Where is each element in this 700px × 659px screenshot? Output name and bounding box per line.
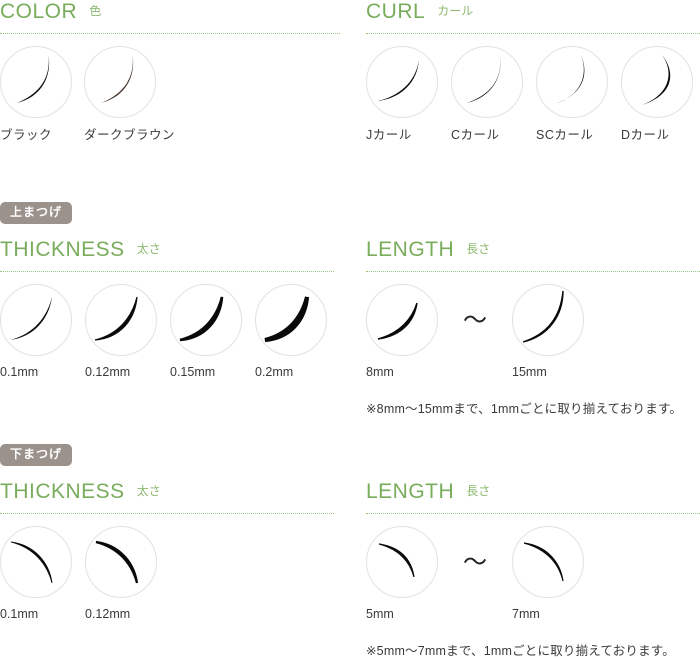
- section-lower-thickness-heading: THICKNESS 太さ: [0, 480, 334, 514]
- lash-length-icon: [366, 526, 438, 598]
- section-upper-thickness-heading-en: THICKNESS: [0, 238, 125, 261]
- lash-thickness-icon: [0, 284, 72, 356]
- swatch-label: 8mm: [366, 365, 394, 379]
- swatch-upper-length-8mm[interactable]: 8mm: [366, 284, 438, 379]
- lash-curl-j-icon: [366, 46, 438, 118]
- swatch-label: 15mm: [512, 365, 547, 379]
- section-lower-thickness: THICKNESS 太さ 0.1mm 0.12mm: [0, 480, 334, 621]
- swatch-label: ダークブラウン: [84, 128, 176, 142]
- lash-thickness-icon: [170, 284, 242, 356]
- section-divider: [366, 271, 700, 272]
- section-divider: [0, 513, 334, 514]
- swatch-upper-length-15mm[interactable]: 15mm: [512, 284, 584, 379]
- swatch-color-darkbrown[interactable]: ダークブラウン: [84, 46, 175, 142]
- swatch-label: 5mm: [366, 607, 394, 621]
- color-swatch-row: ブラック ダークブラウン: [0, 46, 340, 142]
- swatch-label: 0.12mm: [85, 607, 131, 621]
- lash-curl-c-icon: [451, 46, 523, 118]
- swatch-color-black[interactable]: ブラック: [0, 46, 72, 142]
- section-lower-length-heading: LENGTH 長さ: [366, 480, 700, 514]
- lower-length-note: ※5mm〜7mmまで、1mmごとに取り揃えております。: [366, 644, 675, 658]
- section-color-heading: COLOR 色: [0, 0, 340, 34]
- swatch-label: 0.1mm: [0, 365, 39, 379]
- tilde-icon: 〜: [463, 306, 487, 334]
- swatch-upper-thickness-020[interactable]: 0.2mm: [255, 284, 327, 379]
- swatch-lower-thickness-010[interactable]: 0.1mm: [0, 526, 72, 621]
- upper-length-swatch-row: 8mm 〜 15mm: [366, 284, 700, 379]
- swatch-label: 7mm: [512, 607, 540, 621]
- section-curl-heading-jp: カール: [437, 4, 474, 18]
- badge-lower-lash-wrap: 下まつげ: [0, 444, 73, 466]
- swatch-lower-length-7mm[interactable]: 7mm: [512, 526, 584, 621]
- lash-crescent-icon: [0, 46, 72, 118]
- swatch-label: ブラック: [0, 128, 53, 142]
- badge-lower-lash: 下まつげ: [0, 444, 73, 466]
- section-upper-length-heading: LENGTH 長さ: [366, 238, 700, 272]
- swatch-curl-c[interactable]: Cカール: [451, 46, 523, 142]
- section-divider: [0, 271, 334, 272]
- lash-thickness-icon: [255, 284, 327, 356]
- lash-thickness-icon: [85, 284, 157, 356]
- swatch-upper-thickness-015[interactable]: 0.15mm: [170, 284, 242, 379]
- section-upper-thickness-heading-jp: 太さ: [136, 242, 161, 256]
- section-curl-heading-en: CURL: [366, 0, 426, 23]
- length-range-separator-wrap: 〜: [438, 526, 512, 598]
- lash-length-icon: [512, 284, 584, 356]
- section-upper-length: LENGTH 長さ 8mm 〜 15mm ※8mm〜15mmまで、1mmごとに取…: [366, 238, 700, 417]
- lash-length-icon: [512, 526, 584, 598]
- section-upper-length-heading-jp: 長さ: [466, 242, 491, 256]
- section-lower-length-heading-en: LENGTH: [366, 480, 455, 503]
- section-lower-length: LENGTH 長さ 5mm 〜 7mm ※5mm〜7mmまで、1mmごとに取り揃…: [366, 480, 700, 659]
- swatch-label: 0.2mm: [255, 365, 294, 379]
- swatch-label: 0.12mm: [85, 365, 131, 379]
- lash-length-icon: [366, 284, 438, 356]
- lower-thickness-swatch-row: 0.1mm 0.12mm: [0, 526, 334, 621]
- section-curl: CURL カール Jカール Cカール SCカール Dカール: [366, 0, 700, 142]
- lash-thickness-icon: [85, 526, 157, 598]
- swatch-curl-j[interactable]: Jカール: [366, 46, 438, 142]
- section-divider: [366, 33, 700, 34]
- curl-swatch-row: Jカール Cカール SCカール Dカール: [366, 46, 700, 142]
- section-color: COLOR 色 ブラック ダークブラウン: [0, 0, 340, 142]
- upper-thickness-swatch-row: 0.1mm 0.12mm 0.15mm 0.2mm: [0, 284, 334, 379]
- swatch-upper-thickness-010[interactable]: 0.1mm: [0, 284, 72, 379]
- swatch-label: 0.15mm: [170, 365, 216, 379]
- swatch-label: 0.1mm: [0, 607, 39, 621]
- section-lower-thickness-heading-en: THICKNESS: [0, 480, 125, 503]
- section-upper-thickness-heading: THICKNESS 太さ: [0, 238, 334, 272]
- swatch-curl-sc[interactable]: SCカール: [536, 46, 608, 142]
- section-curl-heading: CURL カール: [366, 0, 700, 34]
- swatch-label: SCカール: [536, 128, 594, 142]
- lash-thickness-icon: [0, 526, 72, 598]
- badge-upper-lash-wrap: 上まつげ: [0, 202, 73, 224]
- section-color-heading-en: COLOR: [0, 0, 78, 23]
- section-lower-length-heading-jp: 長さ: [466, 484, 491, 498]
- lash-spec-sheet: COLOR 色 ブラック ダークブラウン CURL カール Jカール Cカール …: [0, 0, 700, 659]
- lash-curl-d-icon: [621, 46, 693, 118]
- lash-crescent-icon: [84, 46, 156, 118]
- section-color-heading-jp: 色: [89, 4, 102, 18]
- length-range-separator-wrap: 〜: [438, 284, 512, 356]
- swatch-upper-thickness-012[interactable]: 0.12mm: [85, 284, 157, 379]
- section-divider: [0, 33, 340, 34]
- lower-length-swatch-row: 5mm 〜 7mm: [366, 526, 700, 621]
- swatch-label: Jカール: [366, 128, 412, 142]
- section-divider: [366, 513, 700, 514]
- swatch-lower-thickness-012[interactable]: 0.12mm: [85, 526, 157, 621]
- swatch-lower-length-5mm[interactable]: 5mm: [366, 526, 438, 621]
- section-lower-thickness-heading-jp: 太さ: [136, 484, 161, 498]
- swatch-label: Dカール: [621, 128, 670, 142]
- section-upper-thickness: THICKNESS 太さ 0.1mm 0.12mm 0.15mm 0.2mm: [0, 238, 334, 379]
- upper-length-note: ※8mm〜15mmまで、1mmごとに取り揃えております。: [366, 402, 683, 416]
- lash-curl-sc-icon: [536, 46, 608, 118]
- tilde-icon: 〜: [463, 548, 487, 576]
- section-upper-length-heading-en: LENGTH: [366, 238, 455, 261]
- badge-upper-lash: 上まつげ: [0, 202, 73, 224]
- swatch-label: Cカール: [451, 128, 500, 142]
- swatch-curl-d[interactable]: Dカール: [621, 46, 693, 142]
